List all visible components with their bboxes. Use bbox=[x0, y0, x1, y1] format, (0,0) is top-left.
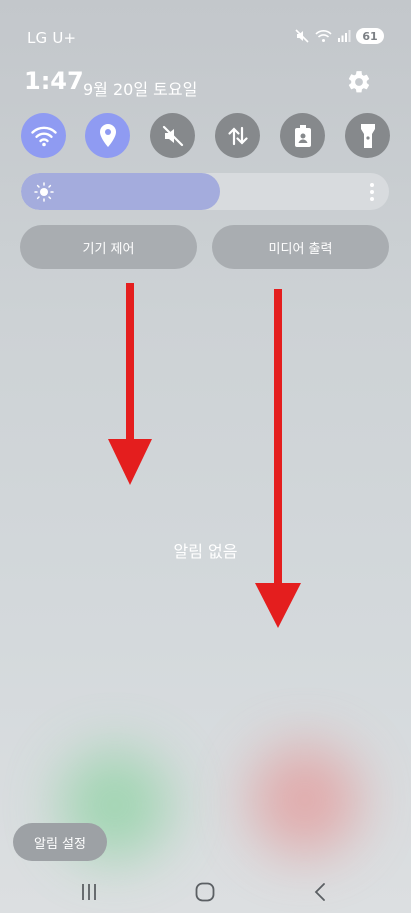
notification-settings-button[interactable]: 알림 설정 bbox=[13, 823, 107, 861]
carrier-label: LG U+ bbox=[27, 29, 77, 47]
mobile-data-toggle[interactable] bbox=[215, 113, 260, 158]
home-icon bbox=[195, 882, 215, 902]
data-transfer-icon bbox=[227, 126, 248, 145]
power-saving-icon bbox=[294, 124, 311, 147]
gear-icon[interactable] bbox=[346, 69, 372, 95]
status-bar: LG U+ 61 bbox=[0, 0, 411, 76]
annotation-arrow-down bbox=[108, 283, 152, 485]
brightness-slider[interactable] bbox=[21, 173, 389, 210]
media-output-button[interactable]: 미디어 출력 bbox=[212, 225, 389, 269]
date: 9월 20일 토요일 bbox=[83, 80, 198, 99]
sun-icon bbox=[34, 182, 54, 202]
clock: 1:47 bbox=[24, 67, 84, 95]
location-pin-icon bbox=[99, 123, 116, 147]
wifi-status-icon bbox=[315, 30, 332, 42]
back-button[interactable] bbox=[305, 877, 335, 907]
status-icons: 61 bbox=[294, 28, 384, 44]
annotation-arrow-down bbox=[255, 289, 301, 628]
home-button[interactable] bbox=[190, 877, 220, 907]
mute-icon bbox=[162, 125, 183, 146]
signal-icon bbox=[338, 30, 351, 42]
background-blur-red bbox=[250, 745, 360, 855]
recents-button[interactable] bbox=[74, 877, 104, 907]
wifi-toggle[interactable] bbox=[21, 113, 66, 158]
wifi-icon bbox=[30, 126, 57, 146]
back-icon bbox=[314, 883, 325, 901]
location-toggle[interactable] bbox=[85, 113, 130, 158]
device-control-button[interactable]: 기기 제어 bbox=[20, 225, 197, 269]
battery-icon: 61 bbox=[356, 28, 384, 44]
no-notifications-text: 알림 없음 bbox=[173, 542, 238, 561]
power-saving-toggle[interactable] bbox=[280, 113, 325, 158]
more-options-icon[interactable] bbox=[369, 182, 375, 202]
mute-icon bbox=[295, 29, 309, 43]
sound-toggle[interactable] bbox=[150, 113, 195, 158]
flashlight-icon bbox=[360, 123, 375, 148]
recents-icon bbox=[82, 884, 96, 900]
flashlight-toggle[interactable] bbox=[345, 113, 390, 158]
